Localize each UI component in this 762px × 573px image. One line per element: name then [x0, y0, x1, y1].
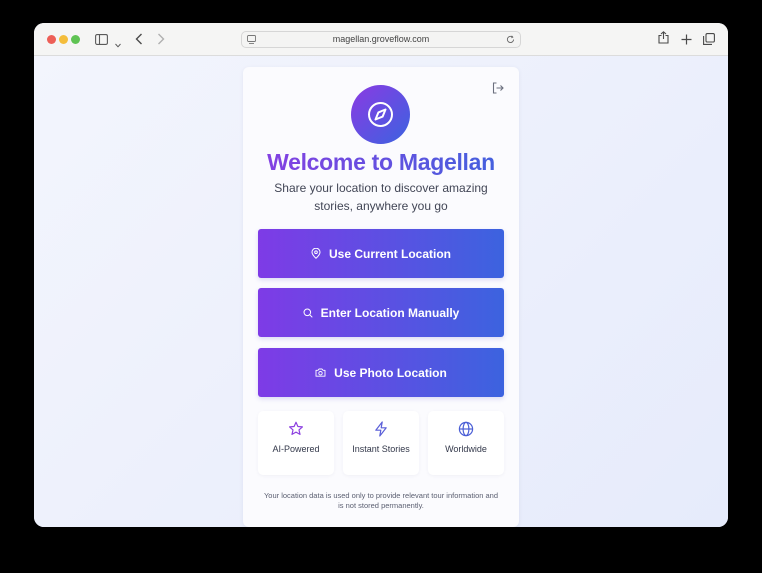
use-current-location-button[interactable]: Use Current Location [258, 229, 504, 278]
url-text: magellan.groveflow.com [332, 34, 430, 44]
feature-ai-powered-label: AI-Powered [272, 444, 320, 454]
use-photo-location-button[interactable]: Use Photo Location [258, 348, 504, 397]
page-title: Welcome to Magellan [243, 149, 519, 176]
sidebar-toggle-icon[interactable] [95, 32, 108, 50]
app-logo [351, 85, 410, 144]
map-pin-icon [311, 247, 321, 259]
reload-icon[interactable] [506, 35, 515, 44]
page-content: Welcome to Magellan Share your location … [34, 56, 728, 527]
welcome-card: Welcome to Magellan Share your location … [243, 67, 519, 527]
tab-overview-icon[interactable] [703, 32, 715, 50]
page-subtitle: Share your location to discover amazing … [274, 181, 488, 213]
use-photo-location-label: Use Photo Location [334, 365, 447, 380]
share-icon[interactable] [658, 31, 669, 49]
feature-ai-powered: AI-Powered [258, 411, 334, 475]
browser-toolbar: magellan.groveflow.com [34, 23, 728, 56]
chevron-down-icon[interactable] [115, 35, 121, 53]
star-icon [288, 421, 304, 437]
enter-location-manually-label: Enter Location Manually [320, 305, 460, 320]
privacy-note: Your location data is used only to provi… [263, 491, 499, 510]
search-icon [303, 308, 313, 318]
feature-instant-stories-label: Instant Stories [352, 444, 410, 454]
lightning-icon [373, 421, 389, 437]
close-window-button[interactable] [47, 35, 56, 44]
zoom-window-button[interactable] [71, 35, 80, 44]
use-current-location-label: Use Current Location [328, 246, 451, 261]
forward-icon[interactable] [157, 32, 165, 50]
enter-location-manually-button[interactable]: Enter Location Manually [258, 288, 504, 337]
feature-worldwide: Worldwide [428, 411, 504, 475]
globe-icon [458, 421, 474, 437]
minimize-window-button[interactable] [59, 35, 68, 44]
camera-icon [315, 368, 326, 377]
logout-icon[interactable] [492, 81, 504, 99]
compass-icon [368, 102, 393, 127]
new-tab-icon[interactable] [681, 32, 692, 50]
browser-window: magellan.groveflow.com Welcome to Magell… [34, 23, 728, 527]
address-bar[interactable]: magellan.groveflow.com [241, 31, 521, 48]
back-icon[interactable] [135, 32, 143, 50]
feature-worldwide-label: Worldwide [445, 444, 487, 454]
feature-instant-stories: Instant Stories [343, 411, 419, 475]
